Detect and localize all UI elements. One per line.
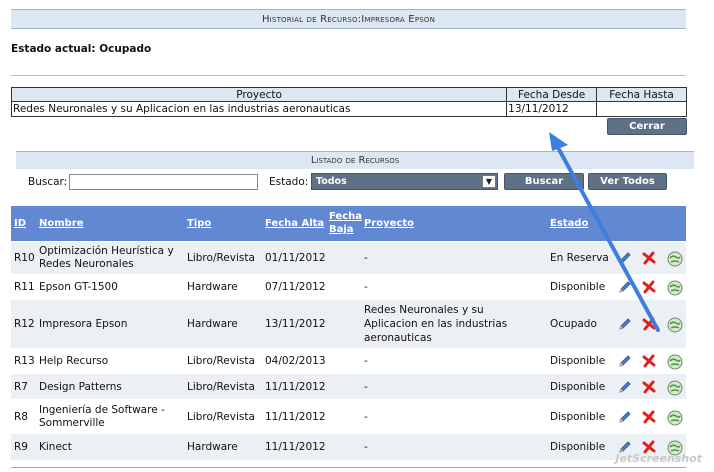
annotation-arrow	[549, 132, 660, 332]
watermark: JetScreenshot	[615, 452, 702, 465]
